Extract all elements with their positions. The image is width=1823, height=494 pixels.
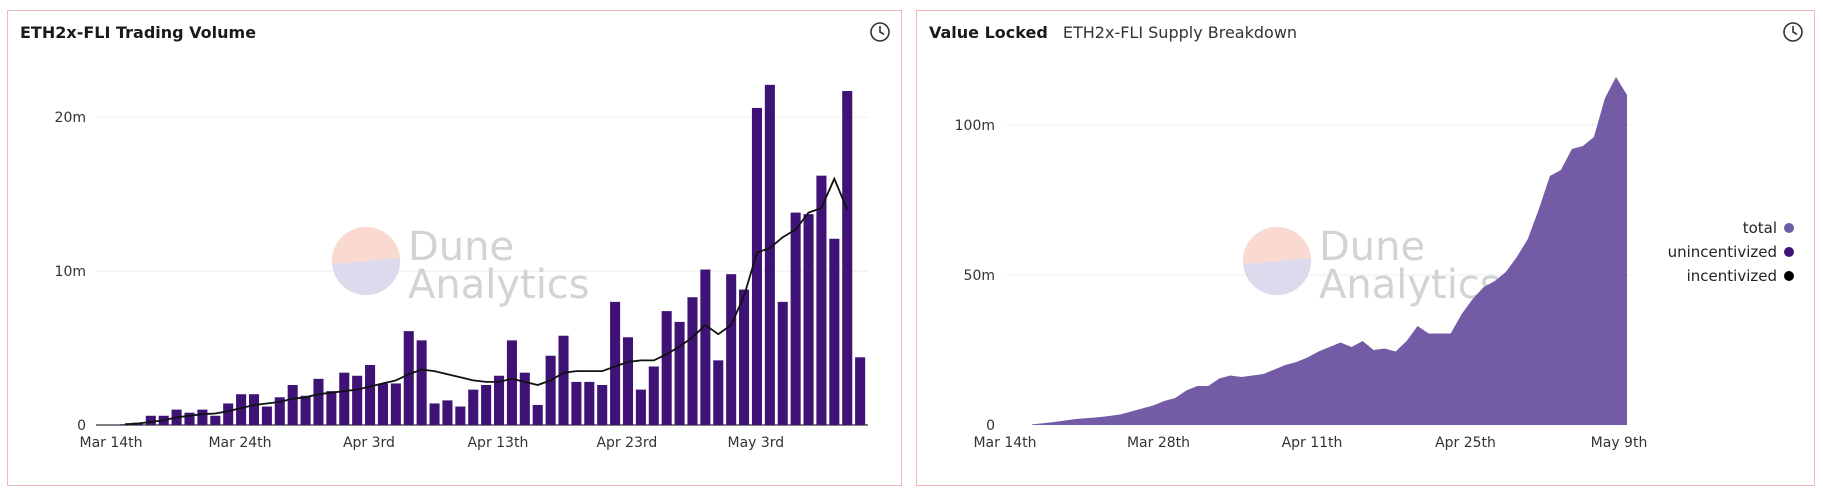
x-tick-label: Apr 11th: [1282, 435, 1343, 451]
volume-bar[interactable]: [468, 389, 479, 425]
volume-bar[interactable]: [764, 84, 775, 425]
trading-volume-panel: ETH2x-FLI Trading Volume 0 10m 20m Dune Anal…: [7, 10, 902, 486]
x-tick-label: Mar 14th: [80, 435, 143, 451]
y-tick-label: 50m: [964, 268, 995, 284]
volume-bar[interactable]: [622, 337, 634, 425]
volume-bar[interactable]: [855, 357, 866, 425]
y-tick-label: 10m: [55, 264, 86, 280]
legend-label: unincentivized: [1667, 243, 1777, 261]
volume-bar[interactable]: [571, 381, 582, 425]
y-tick-label: 0: [986, 418, 995, 434]
x-tick-label: May 3rd: [728, 435, 785, 451]
watermark-logo-bottom: [1243, 258, 1312, 296]
chart-legend: total unincentivized incentivized: [1668, 216, 1794, 288]
volume-bar[interactable]: [506, 340, 517, 425]
y-tick-label: 100m: [955, 118, 995, 134]
legend-label: total: [1742, 219, 1777, 237]
watermark-text-line2: Analytics: [408, 262, 590, 308]
x-tick-label: Mar 24th: [208, 435, 271, 451]
volume-bar[interactable]: [790, 212, 801, 425]
volume-bar[interactable]: [687, 297, 698, 425]
volume-bar[interactable]: [610, 301, 621, 425]
watermark-logo-bottom: [332, 258, 401, 296]
volume-bar[interactable]: [739, 289, 750, 425]
volume-bar[interactable]: [197, 409, 208, 425]
watermark: DuneAnalytics: [1242, 224, 1501, 308]
volume-bar[interactable]: [248, 394, 260, 425]
volume-bar[interactable]: [842, 91, 853, 425]
volume-bar[interactable]: [777, 301, 788, 425]
x-tick-label: Apr 25th: [1435, 435, 1496, 451]
volume-bar[interactable]: [442, 400, 453, 425]
volume-bar[interactable]: [532, 404, 543, 425]
volume-bar[interactable]: [313, 378, 324, 425]
volume-bar[interactable]: [494, 375, 505, 425]
watermark: DuneAnalytics: [331, 224, 590, 308]
volume-bar[interactable]: [545, 355, 556, 425]
volume-bar[interactable]: [403, 331, 414, 425]
volume-bar[interactable]: [816, 175, 827, 425]
x-tick-label: Mar 28th: [1127, 435, 1190, 451]
x-tick-label: Apr 23rd: [596, 435, 657, 451]
volume-bar[interactable]: [145, 415, 156, 425]
volume-bar[interactable]: [326, 391, 337, 425]
volume-bar[interactable]: [635, 389, 646, 425]
volume-bar[interactable]: [365, 364, 376, 425]
y-tick-label: 20m: [55, 110, 86, 126]
volume-bar[interactable]: [700, 269, 711, 425]
volume-bar[interactable]: [429, 403, 440, 425]
legend-swatch: [1784, 271, 1794, 281]
volume-bar[interactable]: [829, 238, 840, 425]
volume-bar[interactable]: [455, 406, 466, 425]
value-locked-panel: Value Locked ETH2x-FLI Supply Breakdown …: [916, 10, 1815, 486]
x-tick-label: Apr 3rd: [343, 435, 395, 451]
legend-label: incentivized: [1686, 267, 1777, 285]
legend-item-total[interactable]: total: [1668, 216, 1794, 240]
legend-item-incentivized[interactable]: incentivized: [1668, 264, 1794, 288]
legend-item-unincentivized[interactable]: unincentivized: [1668, 240, 1794, 264]
volume-bar[interactable]: [339, 372, 350, 425]
legend-swatch: [1784, 223, 1794, 233]
volume-bar[interactable]: [287, 384, 298, 425]
volume-bar[interactable]: [377, 383, 388, 425]
volume-bar[interactable]: [300, 395, 311, 425]
volume-bar[interactable]: [674, 321, 685, 425]
volume-bar[interactable]: [390, 383, 401, 425]
volume-bar[interactable]: [261, 406, 272, 425]
x-tick-label: Mar 14th: [973, 435, 1036, 451]
volume-bar[interactable]: [481, 384, 492, 425]
volume-bar[interactable]: [210, 415, 221, 425]
legend-swatch: [1784, 247, 1794, 257]
volume-bar[interactable]: [597, 384, 608, 425]
volume-bar[interactable]: [416, 340, 427, 425]
x-tick-label: Apr 13th: [467, 435, 528, 451]
watermark-logo-top: [1242, 226, 1311, 264]
x-tick-label: May 9th: [1591, 435, 1648, 451]
volume-bar[interactable]: [352, 375, 363, 425]
volume-bar[interactable]: [726, 274, 737, 425]
y-tick-label: 0: [77, 418, 86, 434]
volume-bar[interactable]: [558, 335, 569, 425]
volume-bar[interactable]: [713, 360, 724, 425]
volume-bar[interactable]: [223, 403, 234, 425]
volume-bar[interactable]: [803, 214, 814, 425]
volume-bar[interactable]: [648, 366, 659, 425]
watermark-logo-top: [331, 226, 400, 264]
volume-bar[interactable]: [661, 311, 672, 425]
volume-bar[interactable]: [584, 381, 595, 425]
trading-volume-chart: 0 10m 20m DuneAnalytics Mar 14th Mar 24th Apr …: [55, 84, 868, 451]
